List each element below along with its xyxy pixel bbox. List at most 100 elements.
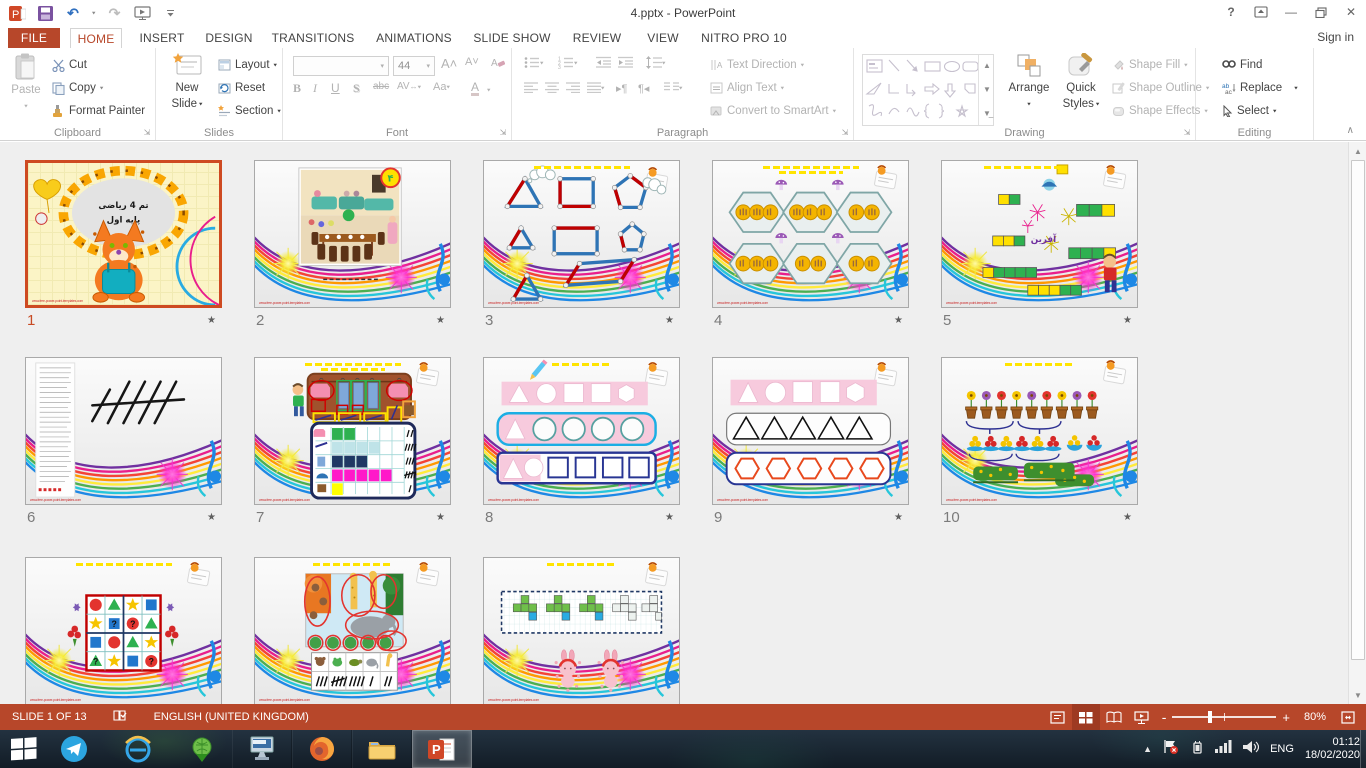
shape-outline-button[interactable]: Shape Outline▾ bbox=[1112, 78, 1209, 98]
find-button[interactable]: Find bbox=[1222, 55, 1262, 75]
tab-view[interactable]: VIEW bbox=[640, 28, 686, 48]
slide-show-button[interactable] bbox=[1128, 704, 1156, 730]
paragraph-dialog-launcher[interactable]: ⇲ bbox=[840, 128, 850, 138]
format-painter-button[interactable]: Format Painter bbox=[52, 101, 145, 121]
onscreen-keyboard-tile[interactable] bbox=[232, 730, 292, 768]
shapes-more-button[interactable]: ▼̲ bbox=[979, 105, 995, 121]
clock[interactable]: 01:12 18/02/2020 bbox=[1305, 736, 1360, 762]
underline-button[interactable]: U bbox=[331, 81, 340, 95]
volume-icon[interactable] bbox=[1243, 740, 1259, 759]
language-indicator[interactable]: ENGLISH (UNITED KINGDOM) bbox=[154, 711, 309, 723]
font-color-button[interactable]: A bbox=[471, 81, 479, 96]
slide-thumbnail-6[interactable]: www.free-power-point-templates.com bbox=[25, 357, 222, 505]
help-button[interactable]: ? bbox=[1216, 0, 1246, 24]
scrollbar-thumb[interactable] bbox=[1351, 160, 1365, 660]
zoom-out-button[interactable]: - bbox=[1162, 709, 1167, 725]
zoom-slider[interactable] bbox=[1172, 716, 1276, 718]
idm-icon[interactable] bbox=[186, 733, 218, 765]
bullets-button[interactable]: ▾ bbox=[524, 56, 544, 69]
spell-check-icon[interactable] bbox=[113, 709, 128, 725]
font-color-dropdown-icon[interactable]: ▾ bbox=[487, 87, 491, 93]
power-icon[interactable] bbox=[1190, 740, 1204, 759]
new-slide-button[interactable]: NewSlide▾ bbox=[164, 53, 210, 111]
slide-thumbnail-4[interactable]: www.free-power-point-templates.com bbox=[712, 160, 909, 308]
network-icon[interactable] bbox=[1215, 740, 1232, 758]
internet-explorer-icon[interactable] bbox=[122, 733, 154, 765]
normal-view-button[interactable] bbox=[1044, 704, 1072, 730]
slide-thumbnail-7[interactable]: www.free-power-point-templates.com bbox=[254, 357, 451, 505]
tab-transitions[interactable]: TRANSITIONS bbox=[268, 28, 358, 48]
tab-design[interactable]: DESIGN bbox=[200, 28, 258, 48]
close-button[interactable]: ✕ bbox=[1336, 0, 1366, 24]
change-case-button[interactable]: Aa▾ bbox=[433, 81, 450, 93]
grow-font-button[interactable]: A˄ bbox=[441, 56, 457, 71]
shapes-scroll-down[interactable]: ▼ bbox=[979, 81, 995, 97]
collapse-ribbon-button[interactable]: ∧ bbox=[1347, 125, 1354, 136]
slide-thumbnail-10[interactable]: www.free-power-point-templates.com bbox=[941, 357, 1138, 505]
increase-indent-button[interactable] bbox=[618, 56, 633, 68]
firefox-tile[interactable] bbox=[292, 730, 352, 768]
align-text-button[interactable]: Align Text▾ bbox=[710, 78, 784, 98]
scroll-up-button[interactable]: ▲ bbox=[1350, 143, 1366, 159]
align-center-button[interactable] bbox=[545, 82, 559, 93]
clear-formatting-button[interactable]: A bbox=[491, 56, 505, 69]
reading-view-button[interactable] bbox=[1100, 704, 1128, 730]
clipboard-dialog-launcher[interactable]: ⇲ bbox=[142, 128, 152, 138]
section-button[interactable]: Section▾ bbox=[218, 101, 281, 121]
rtl-direction-button[interactable]: ¶◂ bbox=[638, 82, 649, 95]
tab-slide-show[interactable]: SLIDE SHOW bbox=[470, 28, 554, 48]
zoom-in-button[interactable]: + bbox=[1282, 710, 1290, 725]
tray-expand-icon[interactable]: ▲ bbox=[1143, 744, 1152, 754]
shrink-font-button[interactable]: A˅ bbox=[465, 56, 479, 68]
copy-button[interactable]: Copy▾ bbox=[52, 78, 103, 98]
fit-slide-button[interactable] bbox=[1334, 704, 1362, 730]
vertical-scrollbar[interactable]: ▲ ▼ bbox=[1348, 142, 1366, 704]
font-name-combo[interactable]: ▾ bbox=[293, 56, 389, 76]
text-direction-button[interactable]: A Text Direction▾ bbox=[710, 55, 804, 75]
slide-thumbnail-12[interactable]: www.free-power-point-templates.com bbox=[254, 557, 451, 704]
shapes-scroll-up[interactable]: ▲ bbox=[979, 57, 995, 73]
slide-sorter-view-button[interactable] bbox=[1072, 704, 1100, 730]
powerpoint-tile-active[interactable]: P bbox=[412, 730, 472, 768]
slide-thumbnail-1[interactable]: تم 4 ریاضی پایه اول www.free-power-point… bbox=[25, 160, 222, 308]
slide-thumbnail-3[interactable]: www.free-power-point-templates.com bbox=[483, 160, 680, 308]
drawing-dialog-launcher[interactable]: ⇲ bbox=[1182, 128, 1192, 138]
slide-thumbnail-5[interactable]: آفرین www.free-power-point-templates.com bbox=[941, 160, 1138, 308]
start-button[interactable] bbox=[8, 733, 40, 765]
action-center-icon[interactable] bbox=[1163, 739, 1179, 759]
ribbon-display-options-button[interactable] bbox=[1246, 0, 1276, 24]
decrease-indent-button[interactable] bbox=[596, 56, 611, 68]
text-shadow-button[interactable]: S bbox=[353, 81, 360, 96]
numbering-button[interactable]: 123▾ bbox=[558, 56, 578, 69]
reset-button[interactable]: Reset bbox=[218, 78, 265, 98]
telegram-icon[interactable] bbox=[58, 733, 90, 765]
convert-smartart-button[interactable]: Convert to SmartArt▾ bbox=[710, 101, 836, 121]
justify-button[interactable]: ▾ bbox=[587, 82, 605, 93]
arrange-button[interactable]: Arrange▾ bbox=[1004, 53, 1054, 111]
show-desktop-button[interactable] bbox=[1360, 730, 1366, 768]
tab-file[interactable]: FILE bbox=[8, 28, 60, 48]
quick-styles-button[interactable]: QuickStyles▾ bbox=[1056, 53, 1106, 111]
language-tray-indicator[interactable]: ENG bbox=[1270, 743, 1294, 755]
cut-button[interactable]: Cut bbox=[52, 55, 87, 75]
paste-button[interactable]: Paste▾ bbox=[6, 53, 46, 113]
replace-button[interactable]: abac Replace▾ bbox=[1222, 78, 1298, 98]
slide-thumbnail-9[interactable]: www.free-power-point-templates.com bbox=[712, 357, 909, 505]
italic-button[interactable]: I bbox=[313, 81, 317, 96]
character-spacing-button[interactable]: AV↔▾ bbox=[397, 81, 421, 92]
zoom-level[interactable]: 80% bbox=[1304, 711, 1326, 723]
font-dialog-launcher[interactable]: ⇲ bbox=[498, 128, 508, 138]
slide-thumbnail-11[interactable]: ? ? ? ? www.free-power-point-templates.c… bbox=[25, 557, 222, 704]
scroll-down-button[interactable]: ▼ bbox=[1350, 687, 1366, 703]
shapes-gallery[interactable]: ▲ ▼ ▼̲ bbox=[862, 54, 994, 126]
align-left-button[interactable] bbox=[524, 82, 538, 93]
ltr-direction-button[interactable]: ▸¶ bbox=[616, 82, 627, 95]
slide-thumbnail-2[interactable]: ۴ www.free-power-point-templates.com bbox=[254, 160, 451, 308]
slide-thumbnail-8[interactable]: www.free-power-point-templates.com bbox=[483, 357, 680, 505]
columns-button[interactable]: ▾ bbox=[664, 82, 683, 93]
select-button[interactable]: Select▾ bbox=[1222, 101, 1276, 121]
slide-thumbnail-13[interactable]: www.free-power-point-templates.com bbox=[483, 557, 680, 704]
align-right-button[interactable] bbox=[566, 82, 580, 93]
shape-fill-button[interactable]: Shape Fill▾ bbox=[1112, 55, 1188, 75]
shape-effects-button[interactable]: Shape Effects▾ bbox=[1112, 101, 1208, 121]
